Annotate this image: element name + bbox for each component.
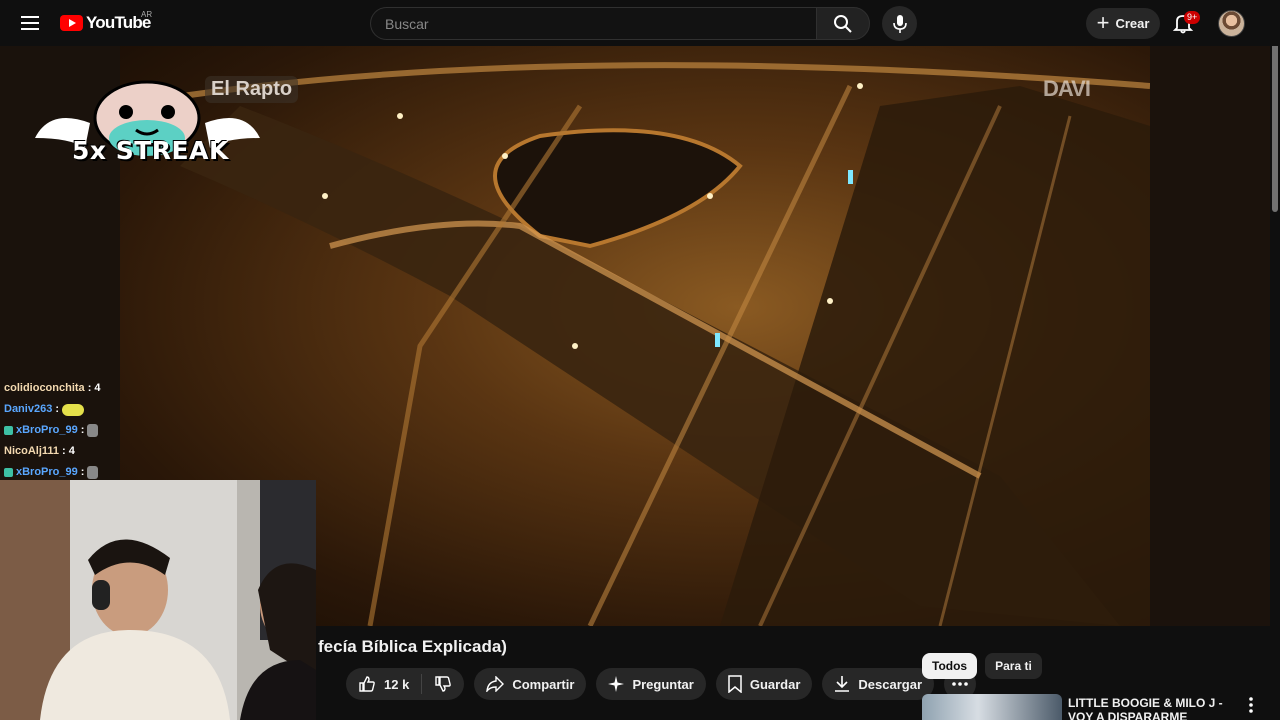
download-icon — [835, 676, 850, 692]
share-icon — [486, 676, 505, 692]
chat-text: 4 — [94, 382, 101, 394]
webcam-overlay — [0, 480, 316, 720]
save-label: Guardar — [749, 676, 801, 692]
video-actions: 12 k Compartir Preguntar Guardar Descarg… — [346, 668, 977, 700]
chat-user: colidioconchita — [4, 382, 85, 394]
search-button[interactable] — [816, 7, 870, 40]
share-button[interactable]: Compartir — [474, 668, 587, 700]
top-bar: YouTube AR + Crear 9+ — [0, 0, 1280, 46]
avatar[interactable] — [1218, 10, 1245, 37]
notification-badge: 9+ — [1184, 11, 1201, 24]
ask-label: Preguntar — [632, 676, 694, 692]
chat-text: 4 — [68, 445, 75, 457]
player-side-right — [1150, 46, 1270, 626]
country-code: AR — [141, 10, 153, 19]
streak-label: 5x STREAK — [72, 136, 229, 165]
thumbs-down-icon — [435, 676, 452, 692]
emote-icon — [87, 424, 99, 437]
recommendation-filters: Todos Para ti — [922, 653, 1042, 679]
video-watermark: DAVI — [1043, 76, 1091, 101]
chat-message: xBroPro_99 : — [4, 420, 100, 441]
chat-user: NicoAlj111 — [4, 445, 60, 457]
page-scrollbar[interactable] — [1270, 0, 1280, 720]
search-input[interactable] — [370, 7, 816, 40]
like-button[interactable]: 12 k — [346, 674, 423, 694]
chat-message: Daniv263 : — [4, 399, 100, 420]
dislike-button[interactable] — [422, 675, 464, 693]
like-dislike-group: 12 k — [346, 668, 465, 700]
chat-user: Daniv263 — [4, 403, 53, 415]
overlay-channel-name: El Rapto — [205, 76, 299, 103]
create-label: Crear — [1115, 16, 1150, 31]
like-count: 12 k — [384, 676, 410, 692]
save-button[interactable]: Guardar — [715, 668, 813, 700]
youtube-play-icon — [60, 15, 83, 31]
badge-icon — [4, 468, 13, 477]
sparkle-icon — [608, 676, 625, 692]
chat-sep: : — [80, 424, 85, 436]
chat-sep: : — [55, 403, 59, 415]
recommended-thumbnail[interactable] — [922, 694, 1062, 720]
bookmark-icon — [728, 675, 742, 693]
download-button[interactable]: Descargar — [822, 668, 935, 700]
more-horizontal-icon — [952, 682, 968, 686]
menu-icon[interactable] — [14, 8, 46, 38]
chat-user: xBroPro_99 — [16, 424, 78, 436]
download-label: Descargar — [858, 676, 923, 692]
microphone-icon — [892, 14, 907, 33]
search-icon — [834, 14, 852, 33]
voice-search-button[interactable] — [882, 6, 917, 41]
recommended-more-button[interactable] — [1244, 696, 1258, 714]
create-button[interactable]: + Crear — [1086, 8, 1160, 39]
chat-message: NicoAlj111 : 4 — [4, 441, 100, 462]
search-bar — [370, 7, 870, 40]
chat-sep: : — [62, 445, 66, 457]
plus-icon: + — [1096, 9, 1110, 35]
chip-todos[interactable]: Todos — [922, 653, 978, 679]
chat-sep: : — [87, 382, 92, 394]
webcam-people-image — [0, 480, 316, 720]
video-title: fecía Bíblica Explicada) — [318, 637, 507, 656]
chip-para-ti[interactable]: Para ti — [985, 653, 1042, 679]
chat-message: colidioconchita : 4 — [4, 378, 100, 399]
stream-chat: colidioconchita : 4 Daniv263 : xBroPro_9… — [4, 378, 100, 483]
youtube-logo[interactable]: YouTube AR — [60, 10, 153, 34]
badge-icon — [4, 426, 13, 435]
more-vertical-icon — [1249, 697, 1253, 713]
share-label: Compartir — [512, 676, 575, 692]
thumbs-up-icon — [359, 676, 375, 692]
recommended-video[interactable]: LITTLE BOOGIE & MILO J - VOY A DISPARARM… — [922, 694, 1270, 720]
emote-icon — [61, 403, 84, 416]
ask-button[interactable]: Preguntar — [596, 668, 706, 700]
recommended-title[interactable]: LITTLE BOOGIE & MILO J - VOY A DISPARARM… — [1068, 696, 1248, 720]
emote-icon — [87, 466, 99, 479]
